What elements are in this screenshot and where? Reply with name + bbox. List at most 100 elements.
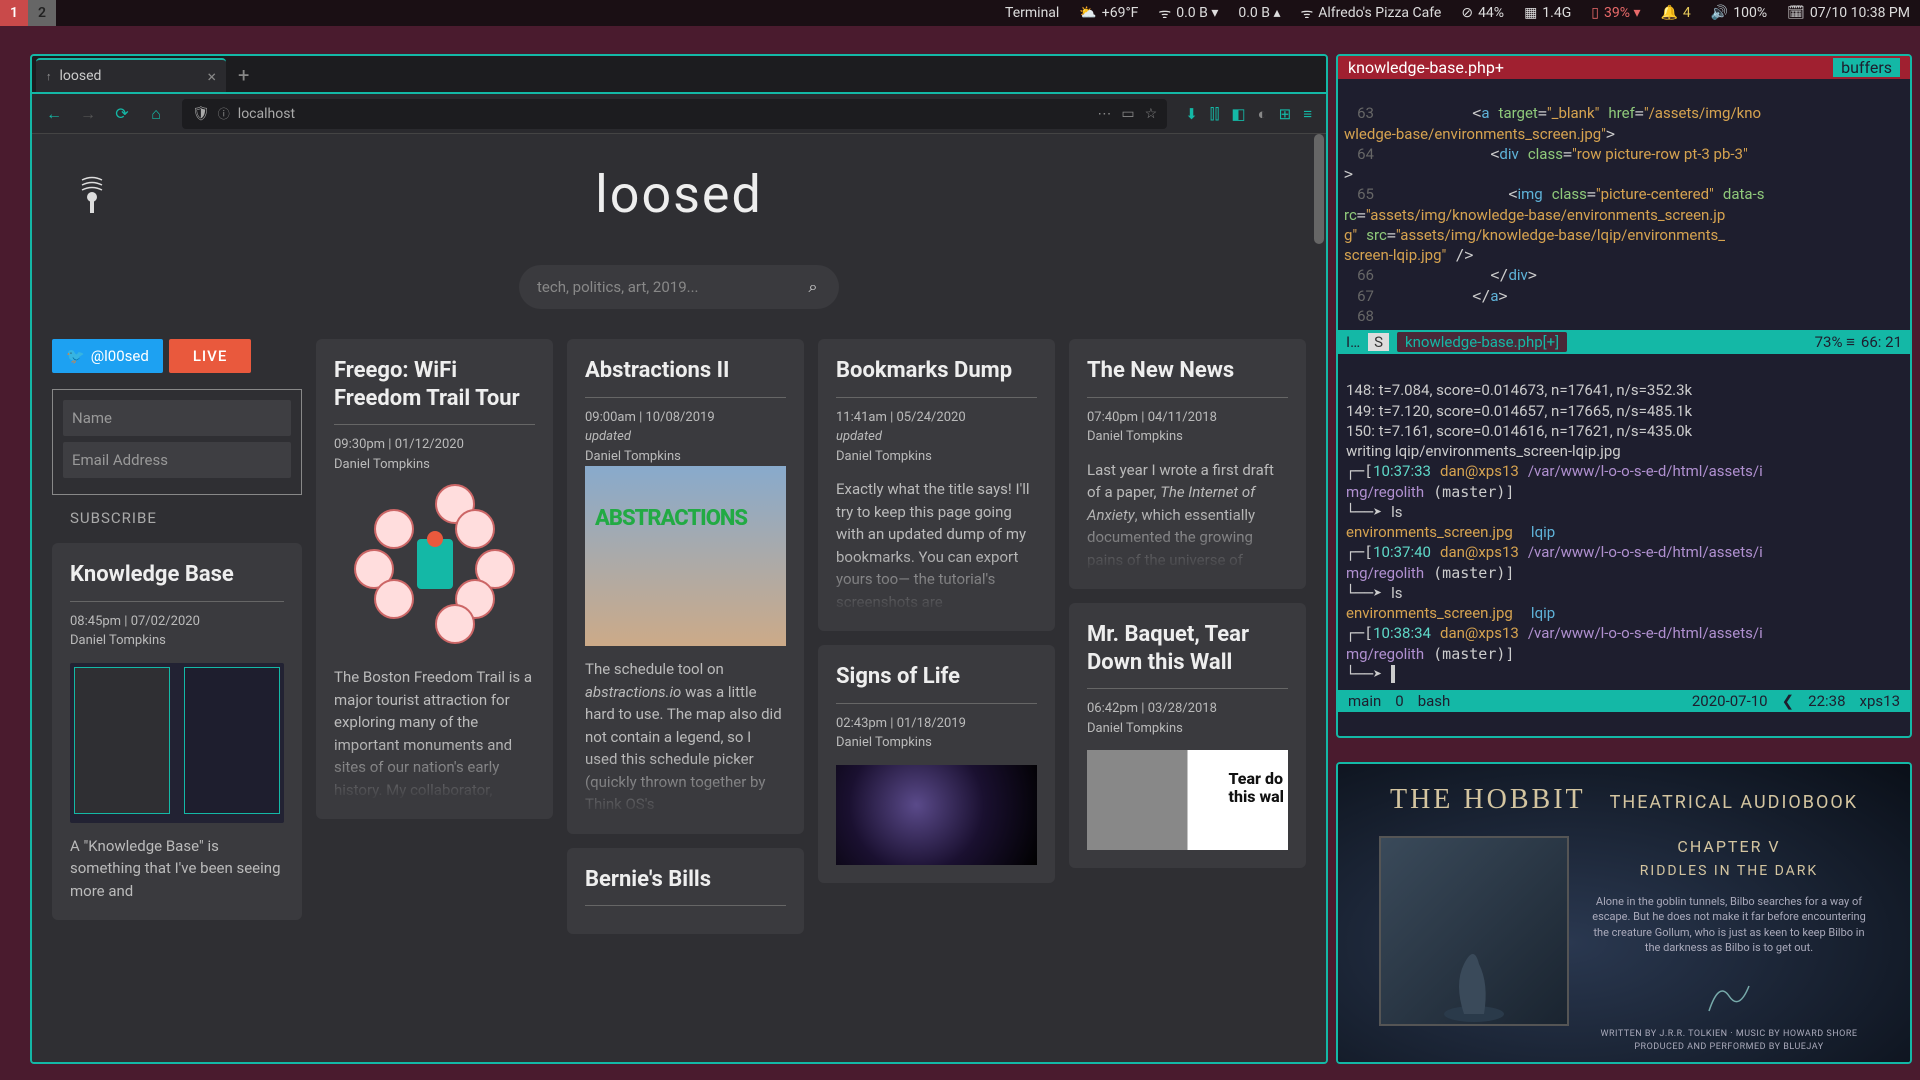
- card-abstractions[interactable]: Abstractions II 09:00am | 10/08/2019 upd…: [567, 339, 804, 834]
- home-button[interactable]: ⌂: [142, 100, 170, 128]
- sidebar-icon[interactable]: ◧: [1231, 105, 1245, 123]
- arrow-left-icon: ←: [46, 104, 62, 124]
- card-meta: 09:00am | 10/08/2019 updated Daniel Tomp…: [585, 408, 786, 467]
- card-meta: 06:42pm | 03/28/2018 Daniel Tompkins: [1087, 699, 1288, 738]
- wifi-icon: ᯤ: [1300, 4, 1313, 23]
- search-field[interactable]: ⌕: [519, 265, 839, 309]
- name-field[interactable]: [63, 400, 291, 436]
- info-icon[interactable]: ⓘ: [218, 105, 230, 122]
- video-credits: WRITTEN BY J.R.R. TOLKIEN · MUSIC BY HOW…: [1589, 1028, 1869, 1053]
- page-actions-icon[interactable]: ⋯: [1097, 106, 1111, 122]
- download-icon[interactable]: ⬇: [1185, 105, 1198, 123]
- card-meta: 08:45pm | 07/02/2020 Daniel Tompkins: [70, 612, 284, 651]
- video-subtitle: THEATRICAL AUDIOBOOK: [1610, 792, 1858, 813]
- extensions-icon[interactable]: ⊞: [1279, 105, 1292, 123]
- editor-buffers-label[interactable]: buffers: [1833, 58, 1900, 77]
- card-thumbnail: [70, 663, 284, 823]
- calendar-icon: 🗓: [1787, 5, 1805, 21]
- card-excerpt: The Boston Freedom Trail is a major tour…: [334, 666, 535, 801]
- cloud-icon: ⛅: [1079, 5, 1096, 21]
- search-input[interactable]: [537, 278, 795, 296]
- workspace-2[interactable]: 2: [28, 0, 56, 26]
- menu-icon[interactable]: ≡: [1303, 105, 1312, 123]
- subscribe-form: [52, 389, 302, 495]
- card-signs[interactable]: Signs of Life 02:43pm | 01/18/2019 Danie…: [818, 645, 1055, 883]
- reload-button[interactable]: ⟳: [108, 100, 136, 128]
- terminal-editor-window: knowledge-base.php+ buffers 63 <a target…: [1336, 54, 1912, 738]
- card-freego[interactable]: Freego: WiFi Freedom Trail Tour 09:30pm …: [316, 339, 553, 819]
- card-title: Mr. Baquet, Tear Down this Wall: [1087, 621, 1288, 676]
- card-meta: 11:41am | 05/24/2020 updated Daniel Tomp…: [836, 408, 1037, 467]
- search-button[interactable]: ⌕: [795, 269, 831, 305]
- network-down: ᯤ0.0 B ▾: [1148, 0, 1228, 26]
- disk-icon: ⊘: [1461, 5, 1473, 21]
- editor-code-area[interactable]: 63 <a target="_blank" href="/assets/img/…: [1338, 79, 1910, 330]
- browser-toolbar: ← → ⟳ ⌂ 🛡 ⓘ localhost ⋯ ▭ ☆ ⬇ ⫿⫿ ◧ ◐ ⊞ ≡: [32, 94, 1326, 134]
- clock[interactable]: 🗓07/10 10:38 PM: [1777, 0, 1920, 26]
- back-button[interactable]: ←: [40, 100, 68, 128]
- video-rune-icon: [1699, 976, 1759, 1016]
- account-icon[interactable]: ◐: [1258, 105, 1267, 123]
- card-bookmarks[interactable]: Bookmarks Dump 11:41am | 05/24/2020 upda…: [818, 339, 1055, 631]
- browser-tab-label: loosed: [60, 68, 102, 84]
- editor-filename: knowledge-base.php+: [1348, 58, 1504, 77]
- twitter-link[interactable]: 🐦@l00sed: [52, 339, 163, 373]
- video-player-window[interactable]: THE HOBBIT THEATRICAL AUDIOBOOK CHAPTER …: [1336, 762, 1912, 1064]
- card-excerpt: Exactly what the title says! I'll try to…: [836, 478, 1037, 613]
- card-title: The New News: [1087, 357, 1288, 385]
- card-thumbnail: ABSTRACTIONS: [585, 466, 786, 646]
- editor-titlebar: knowledge-base.php+ buffers: [1338, 56, 1910, 79]
- status-filename: knowledge-base.php[+]: [1397, 332, 1567, 352]
- address-bar[interactable]: 🛡 ⓘ localhost ⋯ ▭ ☆: [182, 99, 1167, 129]
- page-viewport: loosed ⌕ 🐦@l00sed LIVE: [32, 134, 1326, 1062]
- scrollbar[interactable]: [1314, 134, 1324, 244]
- battery-indicator[interactable]: ▯39% ▾: [1581, 0, 1650, 26]
- browser-tab-active[interactable]: ↑ loosed ×: [36, 58, 226, 92]
- card-knowledge-base[interactable]: Knowledge Base 08:45pm | 07/02/2020 Dani…: [52, 543, 302, 920]
- arrow-right-icon: →: [80, 104, 96, 124]
- card-title: Knowledge Base: [70, 561, 284, 589]
- card-thumbnail: [334, 474, 535, 654]
- card-bernie[interactable]: Bernie's Bills: [567, 848, 804, 935]
- card-title: Signs of Life: [836, 663, 1037, 691]
- ram-indicator: ▦1.4G: [1514, 0, 1581, 26]
- tmux-statusline: main 0 bash 2020-07-10 ❮ 22:38 xps13: [1338, 690, 1910, 712]
- reader-icon[interactable]: ▭: [1121, 106, 1134, 122]
- video-chapter: CHAPTER V: [1589, 836, 1869, 858]
- volume-indicator[interactable]: 🔊100%: [1701, 0, 1777, 26]
- card-title: Bookmarks Dump: [836, 357, 1037, 385]
- card-meta: 09:30pm | 01/12/2020 Daniel Tompkins: [334, 435, 535, 474]
- terminal-output[interactable]: 148: t=7.084, score=0.014673, n=17641, n…: [1338, 354, 1910, 690]
- email-field[interactable]: [63, 442, 291, 478]
- card-excerpt: The schedule tool on abstractions.io was…: [585, 658, 786, 816]
- disk-indicator: ⊘44%: [1451, 0, 1514, 26]
- card-title: Freego: WiFi Freedom Trail Tour: [334, 357, 535, 412]
- bell-icon: 🔔: [1660, 5, 1677, 21]
- new-tab-button[interactable]: +: [226, 58, 261, 92]
- tab-favicon-icon: ↑: [46, 70, 52, 83]
- speaker-icon: 🔊: [1711, 5, 1728, 21]
- bookmark-star-icon[interactable]: ☆: [1145, 106, 1158, 122]
- subscribe-button[interactable]: SUBSCRIBE: [52, 509, 302, 527]
- workspace-switcher: 1 2: [0, 0, 56, 26]
- video-cover-art: [1379, 836, 1569, 1026]
- close-tab-icon[interactable]: ×: [207, 67, 216, 86]
- focused-app-label: Terminal: [995, 0, 1069, 26]
- card-thumbnail: Tear do this wal: [1087, 750, 1288, 850]
- card-excerpt: A "Knowledge Base" is something that I'v…: [70, 835, 284, 903]
- twitter-icon: 🐦: [66, 347, 85, 365]
- library-icon[interactable]: ⫿⫿: [1210, 105, 1220, 123]
- weather-indicator[interactable]: ⛅+69°F: [1069, 0, 1148, 26]
- browser-tabbar: ↑ loosed × +: [32, 56, 1326, 94]
- notifications-indicator[interactable]: 🔔4: [1650, 0, 1700, 26]
- card-baquet[interactable]: Mr. Baquet, Tear Down this Wall 06:42pm …: [1069, 603, 1306, 868]
- card-new-news[interactable]: The New News 07:40pm | 04/11/2018 Daniel…: [1069, 339, 1306, 589]
- card-meta: 07:40pm | 04/11/2018 Daniel Tompkins: [1087, 408, 1288, 447]
- editor-statusline: I… S knowledge-base.php[+] 73% ≡66: 21: [1338, 330, 1910, 354]
- browser-window: ↑ loosed × + ← → ⟳ ⌂ 🛡 ⓘ localhost ⋯ ▭ ☆…: [30, 54, 1328, 1064]
- video-chapter-name: RIDDLES IN THE DARK: [1589, 862, 1869, 882]
- wifi-icon: ᯤ: [1158, 4, 1171, 23]
- wifi-ssid[interactable]: ᯤAlfredo's Pizza Cafe: [1290, 0, 1451, 26]
- workspace-1[interactable]: 1: [0, 0, 28, 26]
- live-link[interactable]: LIVE: [169, 339, 252, 373]
